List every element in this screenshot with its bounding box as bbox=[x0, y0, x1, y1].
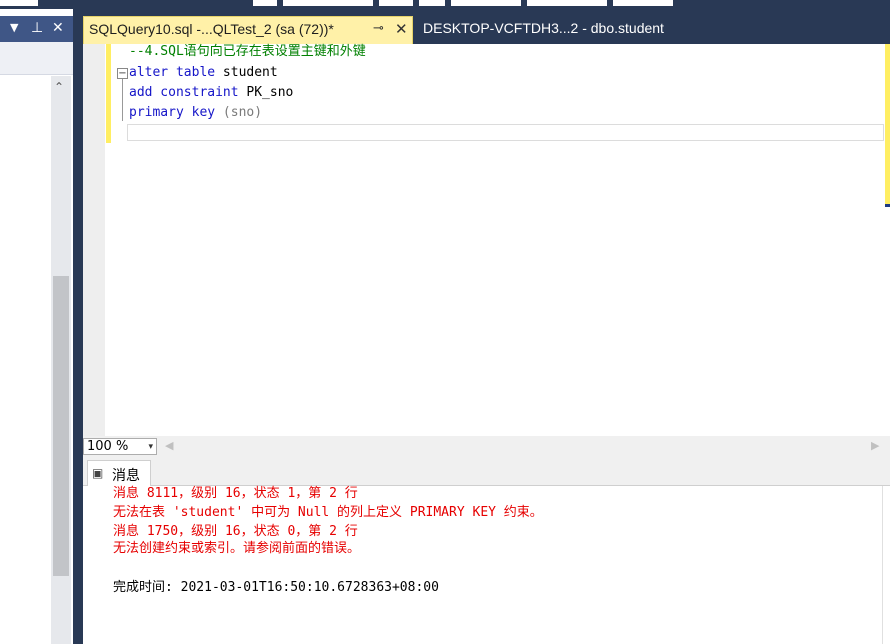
code-line-constraint: add constraint PK_sno bbox=[129, 83, 293, 103]
object-explorer-header: ▼ ⊥ ✕ bbox=[0, 16, 73, 42]
identifier: (sno) bbox=[215, 105, 263, 120]
keyword: primary key bbox=[129, 105, 216, 120]
completion-time: 完成时间: 2021-03-01T16:50:10.6728363+08:00 bbox=[113, 580, 439, 595]
object-explorer-toolbar bbox=[0, 42, 73, 75]
results-panel: ▣ 消息 消息 8111，级别 16，状态 1，第 2 行 无法在表 'stud… bbox=[83, 458, 890, 644]
dropdown-icon[interactable]: ▼ bbox=[10, 20, 18, 36]
changed-lines-marker bbox=[106, 44, 111, 143]
chevron-down-icon: ▾ bbox=[148, 442, 153, 452]
code-line-primary-key: primary key (sno) bbox=[129, 103, 262, 123]
editor-gutter bbox=[83, 44, 105, 436]
tab-messages-label: 消息 bbox=[112, 468, 140, 484]
scrollbar-thumb[interactable] bbox=[53, 276, 69, 576]
identifier: student bbox=[215, 65, 278, 80]
error-message-line: 消息 1750，级别 16，状态 0，第 2 行 bbox=[113, 524, 358, 539]
document-tab-bar: SQLQuery10.sql -...QLTest_2 (sa (72))* ⊸… bbox=[73, 0, 890, 44]
toolbar-strip-edge bbox=[253, 0, 673, 6]
keyword: add constraint bbox=[129, 85, 239, 100]
scroll-left-icon[interactable]: ◀ bbox=[165, 439, 173, 452]
zoom-value: 100 % bbox=[87, 439, 129, 454]
error-message-line: 无法创建约束或索引。请参阅前面的错误。 bbox=[113, 541, 361, 556]
error-message-line: 无法在表 'student' 中可为 Null 的列上定义 PRIMARY KE… bbox=[113, 505, 543, 520]
identifier: PK_sno bbox=[238, 85, 294, 100]
tab-messages[interactable]: ▣ 消息 bbox=[87, 460, 151, 486]
object-explorer-panel: ▼ ⊥ ✕ ⌃ bbox=[0, 0, 73, 644]
scroll-up-icon[interactable]: ⌃ bbox=[54, 80, 64, 94]
zoom-select[interactable]: 100 % ▾ bbox=[83, 438, 157, 455]
tab-label: SQLQuery10.sql -...QLTest_2 (sa (72))* bbox=[89, 21, 334, 37]
tab-sqlquery10[interactable]: SQLQuery10.sql -...QLTest_2 (sa (72))* ⊸… bbox=[83, 16, 413, 44]
outline-line bbox=[122, 79, 123, 121]
panel-divider bbox=[882, 486, 883, 644]
close-tab-icon[interactable]: ✕ bbox=[395, 20, 408, 38]
collapse-icon[interactable]: − bbox=[117, 68, 128, 79]
object-explorer-scrollbar[interactable]: ⌃ bbox=[51, 76, 71, 644]
sql-editor[interactable]: − --4.SQL语句向已存在表设置主键和外键 alter table stud… bbox=[83, 44, 890, 436]
current-line-highlight bbox=[127, 124, 884, 141]
code-line-comment: --4.SQL语句向已存在表设置主键和外键 bbox=[129, 44, 366, 59]
error-message-line: 消息 8111，级别 16，状态 1，第 2 行 bbox=[113, 486, 358, 501]
editor-status-strip: 100 % ▾ ◀ ▶ bbox=[83, 436, 890, 458]
scroll-change-marker bbox=[885, 44, 890, 204]
tab-label: DESKTOP-VCFTDH3...2 - dbo.student bbox=[423, 20, 664, 36]
keyword: alter table bbox=[129, 65, 216, 80]
pin-tab-icon[interactable]: ⊸ bbox=[373, 21, 384, 36]
results-tab-row: ▣ 消息 bbox=[83, 458, 890, 486]
pin-icon[interactable]: ⊥ bbox=[31, 20, 43, 36]
code-line-alter: alter table student bbox=[129, 63, 278, 83]
close-icon[interactable]: ✕ bbox=[52, 20, 64, 36]
scroll-position-marker bbox=[885, 204, 890, 207]
scroll-right-icon[interactable]: ▶ bbox=[871, 439, 879, 452]
left-panel-top-edge bbox=[0, 0, 73, 9]
tab-dbo-student[interactable]: DESKTOP-VCFTDH3...2 - dbo.student bbox=[423, 16, 753, 44]
messages-icon: ▣ bbox=[92, 466, 104, 480]
